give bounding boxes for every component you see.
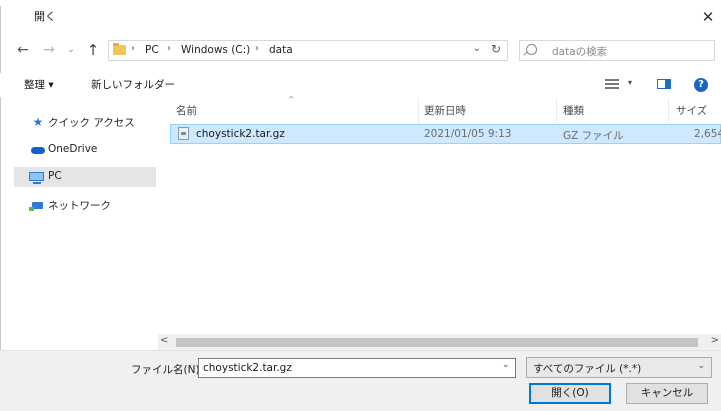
folder-icon: [113, 43, 126, 55]
column-divider[interactable]: [418, 98, 419, 124]
sidebar-item-network[interactable]: ネットワーク: [14, 195, 156, 215]
chevron-down-icon: ⌄: [697, 361, 705, 371]
column-header-name[interactable]: 名前: [176, 103, 197, 118]
sidebar-item-label: クイック アクセス: [48, 117, 135, 129]
breadcrumb-separator[interactable]: ›: [167, 43, 171, 54]
search-icon: [526, 44, 537, 55]
breadcrumb-drive[interactable]: Windows (C:): [181, 44, 250, 56]
sidebar-item-label: PC: [48, 170, 62, 182]
network-icon: [29, 199, 44, 211]
open-button[interactable]: 開く(O): [529, 383, 611, 404]
scrollbar-thumb[interactable]: [176, 338, 698, 347]
file-type-select[interactable]: すべてのファイル (*.*) ⌄: [526, 357, 712, 378]
breadcrumb-data[interactable]: data: [269, 44, 293, 56]
breadcrumb-separator[interactable]: ›: [131, 43, 135, 54]
new-folder-button[interactable]: 新しいフォルダー: [91, 77, 175, 92]
filename-dropdown-icon[interactable]: ⌄: [502, 360, 510, 370]
address-dropdown-icon[interactable]: ⌄: [473, 43, 481, 54]
file-name: choystick2.tar.gz: [196, 128, 285, 140]
sort-indicator-icon: ^: [288, 95, 295, 104]
close-button[interactable]: ✕: [699, 8, 717, 26]
sidebar-item-label: OneDrive: [48, 143, 98, 155]
sidebar-item-label: ネットワーク: [48, 200, 111, 212]
file-modified: 2021/01/05 9:13: [424, 128, 512, 140]
archive-file-icon: [178, 127, 189, 140]
computer-icon: [29, 171, 44, 184]
search-placeholder: dataの検索: [552, 46, 608, 58]
view-options-icon[interactable]: [605, 78, 619, 90]
refresh-icon[interactable]: ↻: [491, 42, 501, 56]
file-type: GZ ファイル: [563, 130, 624, 142]
forward-button[interactable]: →: [40, 40, 58, 60]
sidebar-item-quick-access[interactable]: ★ クイック アクセス: [14, 112, 156, 132]
column-header-type[interactable]: 種類: [563, 103, 584, 118]
horizontal-scrollbar[interactable]: < >: [158, 334, 721, 350]
address-bar[interactable]: › PC › Windows (C:) › data ⌄ ↻: [108, 40, 508, 61]
filename-label: ファイル名(N):: [131, 364, 204, 376]
cancel-button[interactable]: キャンセル: [626, 383, 708, 404]
sidebar-item-pc[interactable]: PC: [14, 167, 156, 187]
organize-button[interactable]: 整理 ▾: [24, 77, 54, 92]
cloud-icon: [31, 144, 45, 156]
dialog-title: 開く: [34, 10, 56, 23]
column-header-size[interactable]: サイズ: [676, 103, 707, 118]
column-header-modified[interactable]: 更新日時: [424, 103, 466, 118]
preview-pane-icon[interactable]: [657, 79, 671, 89]
title-bar: [0, 6, 721, 34]
file-size: 2,654: [694, 128, 721, 140]
column-divider[interactable]: [556, 98, 557, 124]
back-button[interactable]: ←: [14, 40, 32, 60]
breadcrumb-separator[interactable]: ›: [255, 43, 259, 54]
view-options-arrow[interactable]: ▾: [628, 78, 632, 87]
breadcrumb-pc[interactable]: PC: [145, 44, 159, 56]
scroll-right-button[interactable]: >: [711, 335, 719, 346]
filename-input[interactable]: [198, 358, 516, 378]
star-icon: ★: [32, 115, 44, 129]
column-divider[interactable]: [668, 98, 669, 124]
scroll-left-button[interactable]: <: [160, 335, 168, 346]
search-box[interactable]: dataの検索: [519, 40, 715, 61]
sidebar-item-onedrive[interactable]: OneDrive: [14, 140, 156, 160]
navigation-pane: ★ クイック アクセス OneDrive PC ネットワーク: [14, 104, 156, 334]
file-type-value: すべてのファイル (*.*): [533, 363, 642, 375]
help-icon[interactable]: ?: [694, 78, 708, 92]
recent-locations-dropdown[interactable]: ⌄: [64, 40, 78, 60]
up-button[interactable]: ↑: [84, 40, 102, 60]
